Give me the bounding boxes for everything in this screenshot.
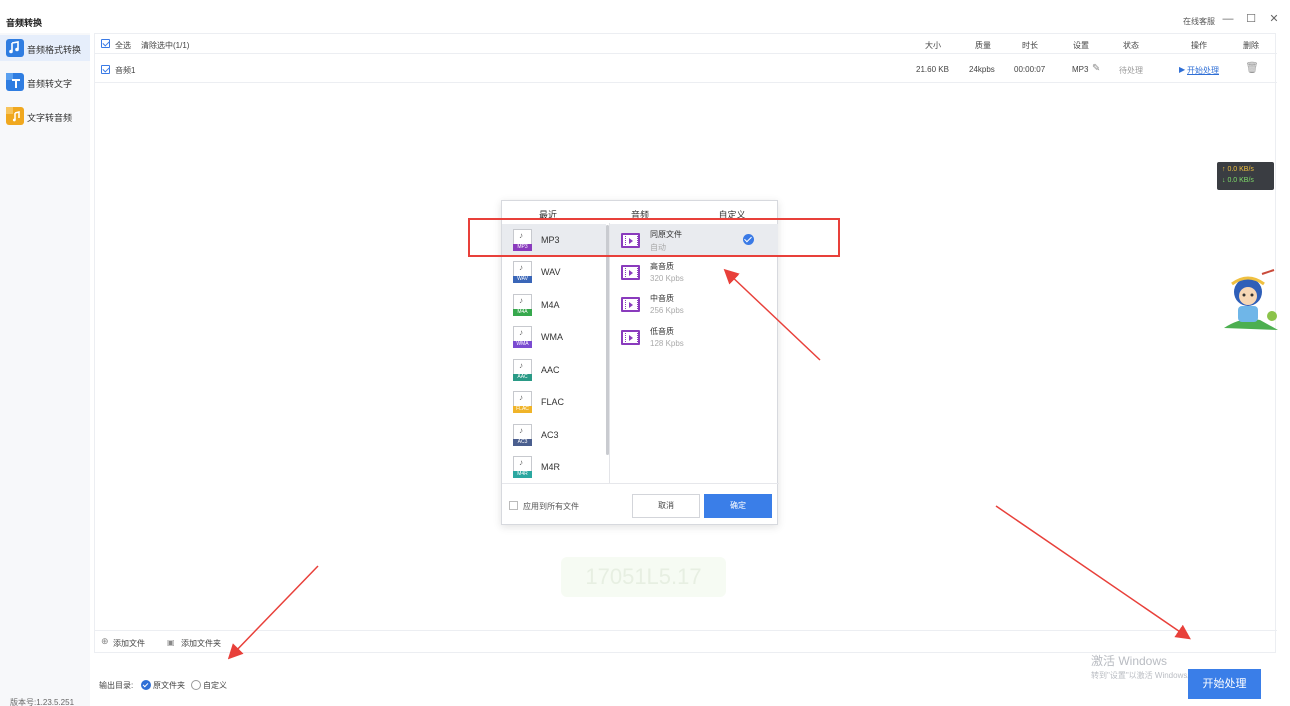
annotation-arrows	[227, 268, 1191, 660]
arrow-to-output	[227, 565, 319, 660]
arrow-to-start	[995, 505, 1191, 640]
arrow-to-quality	[723, 268, 821, 361]
